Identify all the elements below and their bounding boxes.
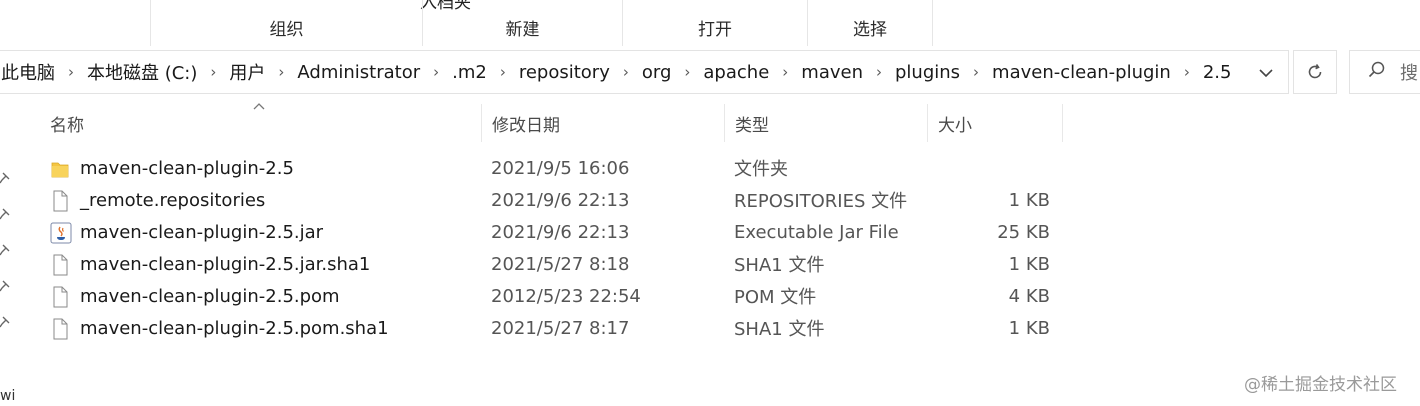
chevron-right-icon[interactable]: › bbox=[1172, 63, 1202, 81]
file-row[interactable]: maven-clean-plugin-2.5.pom 2012/5/23 22:… bbox=[40, 280, 1070, 312]
ribbon-group-open: 打开 bbox=[623, 0, 808, 46]
search-placeholder: 搜 bbox=[1400, 63, 1418, 84]
chevron-right-icon[interactable]: › bbox=[488, 63, 518, 81]
column-header-name[interactable]: 名称 bbox=[40, 104, 482, 142]
chevron-right-icon[interactable]: › bbox=[672, 63, 702, 81]
file-icon bbox=[50, 318, 70, 340]
file-row[interactable]: _remote.repositories 2021/9/6 22:13 REPO… bbox=[40, 184, 1070, 216]
quick-access-pins bbox=[0, 100, 22, 406]
column-header-type[interactable]: 类型 bbox=[725, 104, 928, 142]
file-row[interactable]: maven-clean-plugin-2.5.jar 2021/9/6 22:1… bbox=[40, 216, 1070, 248]
file-type: SHA1 文件 bbox=[734, 319, 825, 340]
file-date: 2021/9/6 22:13 bbox=[491, 221, 630, 243]
column-header-label: 大小 bbox=[938, 115, 972, 136]
file-type: 文件夹 bbox=[734, 159, 788, 180]
column-header-label: 类型 bbox=[735, 115, 769, 136]
address-row: 此电脑 › 本地磁盘 (C:) › 用户 › Administrator › .… bbox=[0, 48, 1420, 96]
file-icon bbox=[50, 254, 70, 276]
ribbon-group-label: 组织 bbox=[269, 20, 304, 40]
file-size: 25 KB bbox=[997, 221, 1050, 243]
breadcrumb-item[interactable]: repository bbox=[518, 62, 611, 83]
pin-icon[interactable] bbox=[0, 172, 14, 184]
file-name: maven-clean-plugin-2.5.pom bbox=[80, 285, 340, 307]
java-jar-icon bbox=[50, 222, 72, 244]
file-row[interactable]: maven-clean-plugin-2.5.jar.sha1 2021/5/2… bbox=[40, 248, 1070, 280]
chevron-right-icon[interactable]: › bbox=[198, 63, 228, 81]
file-name: maven-clean-plugin-2.5 bbox=[80, 157, 294, 179]
file-name: maven-clean-plugin-2.5.pom.sha1 bbox=[80, 317, 389, 339]
file-size: 1 KB bbox=[1008, 317, 1050, 339]
file-name: _remote.repositories bbox=[80, 189, 266, 211]
column-header-size[interactable]: 大小 bbox=[928, 104, 1063, 142]
folder-icon bbox=[50, 158, 70, 180]
chevron-right-icon[interactable]: › bbox=[864, 63, 894, 81]
chevron-right-icon[interactable]: › bbox=[611, 63, 641, 81]
file-type: REPOSITORIES 文件 bbox=[734, 191, 908, 212]
file-type: SHA1 文件 bbox=[734, 255, 825, 276]
chevron-down-icon[interactable] bbox=[1254, 61, 1278, 85]
breadcrumb-item[interactable]: 本地磁盘 (C:) bbox=[86, 59, 198, 85]
ribbon: 入档夹 组织 新建 打开 选择 bbox=[0, 0, 1420, 46]
chevron-right-icon[interactable]: › bbox=[56, 63, 86, 81]
refresh-button[interactable] bbox=[1293, 50, 1337, 94]
file-row[interactable]: maven-clean-plugin-2.5.pom.sha1 2021/5/2… bbox=[40, 312, 1070, 344]
chevron-right-icon[interactable]: › bbox=[961, 63, 991, 81]
breadcrumb-item[interactable]: maven-clean-plugin bbox=[991, 62, 1172, 83]
ribbon-group-label: 选择 bbox=[853, 20, 887, 40]
column-header-label: 修改日期 bbox=[492, 115, 560, 136]
file-size: 1 KB bbox=[1008, 253, 1050, 275]
breadcrumb-item[interactable]: maven bbox=[800, 62, 864, 83]
breadcrumb-item[interactable]: plugins bbox=[894, 62, 961, 83]
breadcrumb-item[interactable]: apache bbox=[702, 62, 770, 83]
address-bar[interactable]: 此电脑 › 本地磁盘 (C:) › 用户 › Administrator › .… bbox=[0, 50, 1289, 94]
watermark: @稀土掘金技术社区 bbox=[1244, 375, 1397, 395]
pin-icon[interactable] bbox=[0, 244, 14, 256]
pin-icon[interactable] bbox=[0, 316, 14, 328]
breadcrumb: 此电脑 › 本地磁盘 (C:) › 用户 › Administrator › .… bbox=[0, 51, 1232, 93]
file-size: 1 KB bbox=[1008, 189, 1050, 211]
breadcrumb-item[interactable]: 2.5 bbox=[1202, 62, 1233, 83]
breadcrumb-item[interactable]: Administrator bbox=[296, 62, 421, 83]
file-name: maven-clean-plugin-2.5.jar bbox=[80, 221, 324, 243]
breadcrumb-item[interactable]: org bbox=[641, 62, 673, 83]
ribbon-group-select: 选择 bbox=[808, 0, 933, 46]
file-type: POM 文件 bbox=[734, 287, 817, 308]
ribbon-group-label: 新建 bbox=[505, 20, 540, 40]
file-date: 2021/9/5 16:06 bbox=[491, 157, 630, 179]
chevron-right-icon[interactable]: › bbox=[770, 63, 800, 81]
file-date: 2021/5/27 8:18 bbox=[491, 253, 630, 275]
file-date: 2021/5/27 8:17 bbox=[491, 317, 630, 339]
file-type: Executable Jar File bbox=[734, 221, 899, 243]
chevron-right-icon[interactable]: › bbox=[266, 63, 296, 81]
column-header-date[interactable]: 修改日期 bbox=[482, 104, 725, 142]
file-date: 2021/9/6 22:13 bbox=[491, 189, 630, 211]
pin-icon[interactable] bbox=[0, 208, 14, 220]
file-icon bbox=[50, 286, 70, 308]
refresh-icon bbox=[1308, 64, 1322, 79]
file-icon bbox=[50, 190, 70, 212]
file-size: 4 KB bbox=[1008, 285, 1050, 307]
ribbon-group-new: 新建 bbox=[423, 0, 623, 46]
search-icon bbox=[1368, 61, 1386, 84]
file-row[interactable]: maven-clean-plugin-2.5 2021/9/5 16:06 文件… bbox=[40, 152, 1070, 184]
nav-item-fragment[interactable]: wi bbox=[0, 388, 15, 404]
column-header-label: 名称 bbox=[50, 115, 84, 136]
ribbon-group-organize: 组织 bbox=[150, 0, 423, 46]
file-name: maven-clean-plugin-2.5.jar.sha1 bbox=[80, 253, 371, 275]
chevron-right-icon[interactable]: › bbox=[421, 63, 451, 81]
pin-icon[interactable] bbox=[0, 280, 14, 292]
file-date: 2012/5/23 22:54 bbox=[491, 285, 641, 307]
ribbon-group-label: 打开 bbox=[698, 20, 732, 40]
search-input[interactable]: 搜 bbox=[1349, 50, 1420, 94]
breadcrumb-item[interactable]: .m2 bbox=[451, 62, 488, 83]
breadcrumb-item[interactable]: 用户 bbox=[228, 59, 266, 85]
breadcrumb-item[interactable]: 此电脑 bbox=[0, 59, 56, 85]
file-size bbox=[940, 152, 1050, 184]
